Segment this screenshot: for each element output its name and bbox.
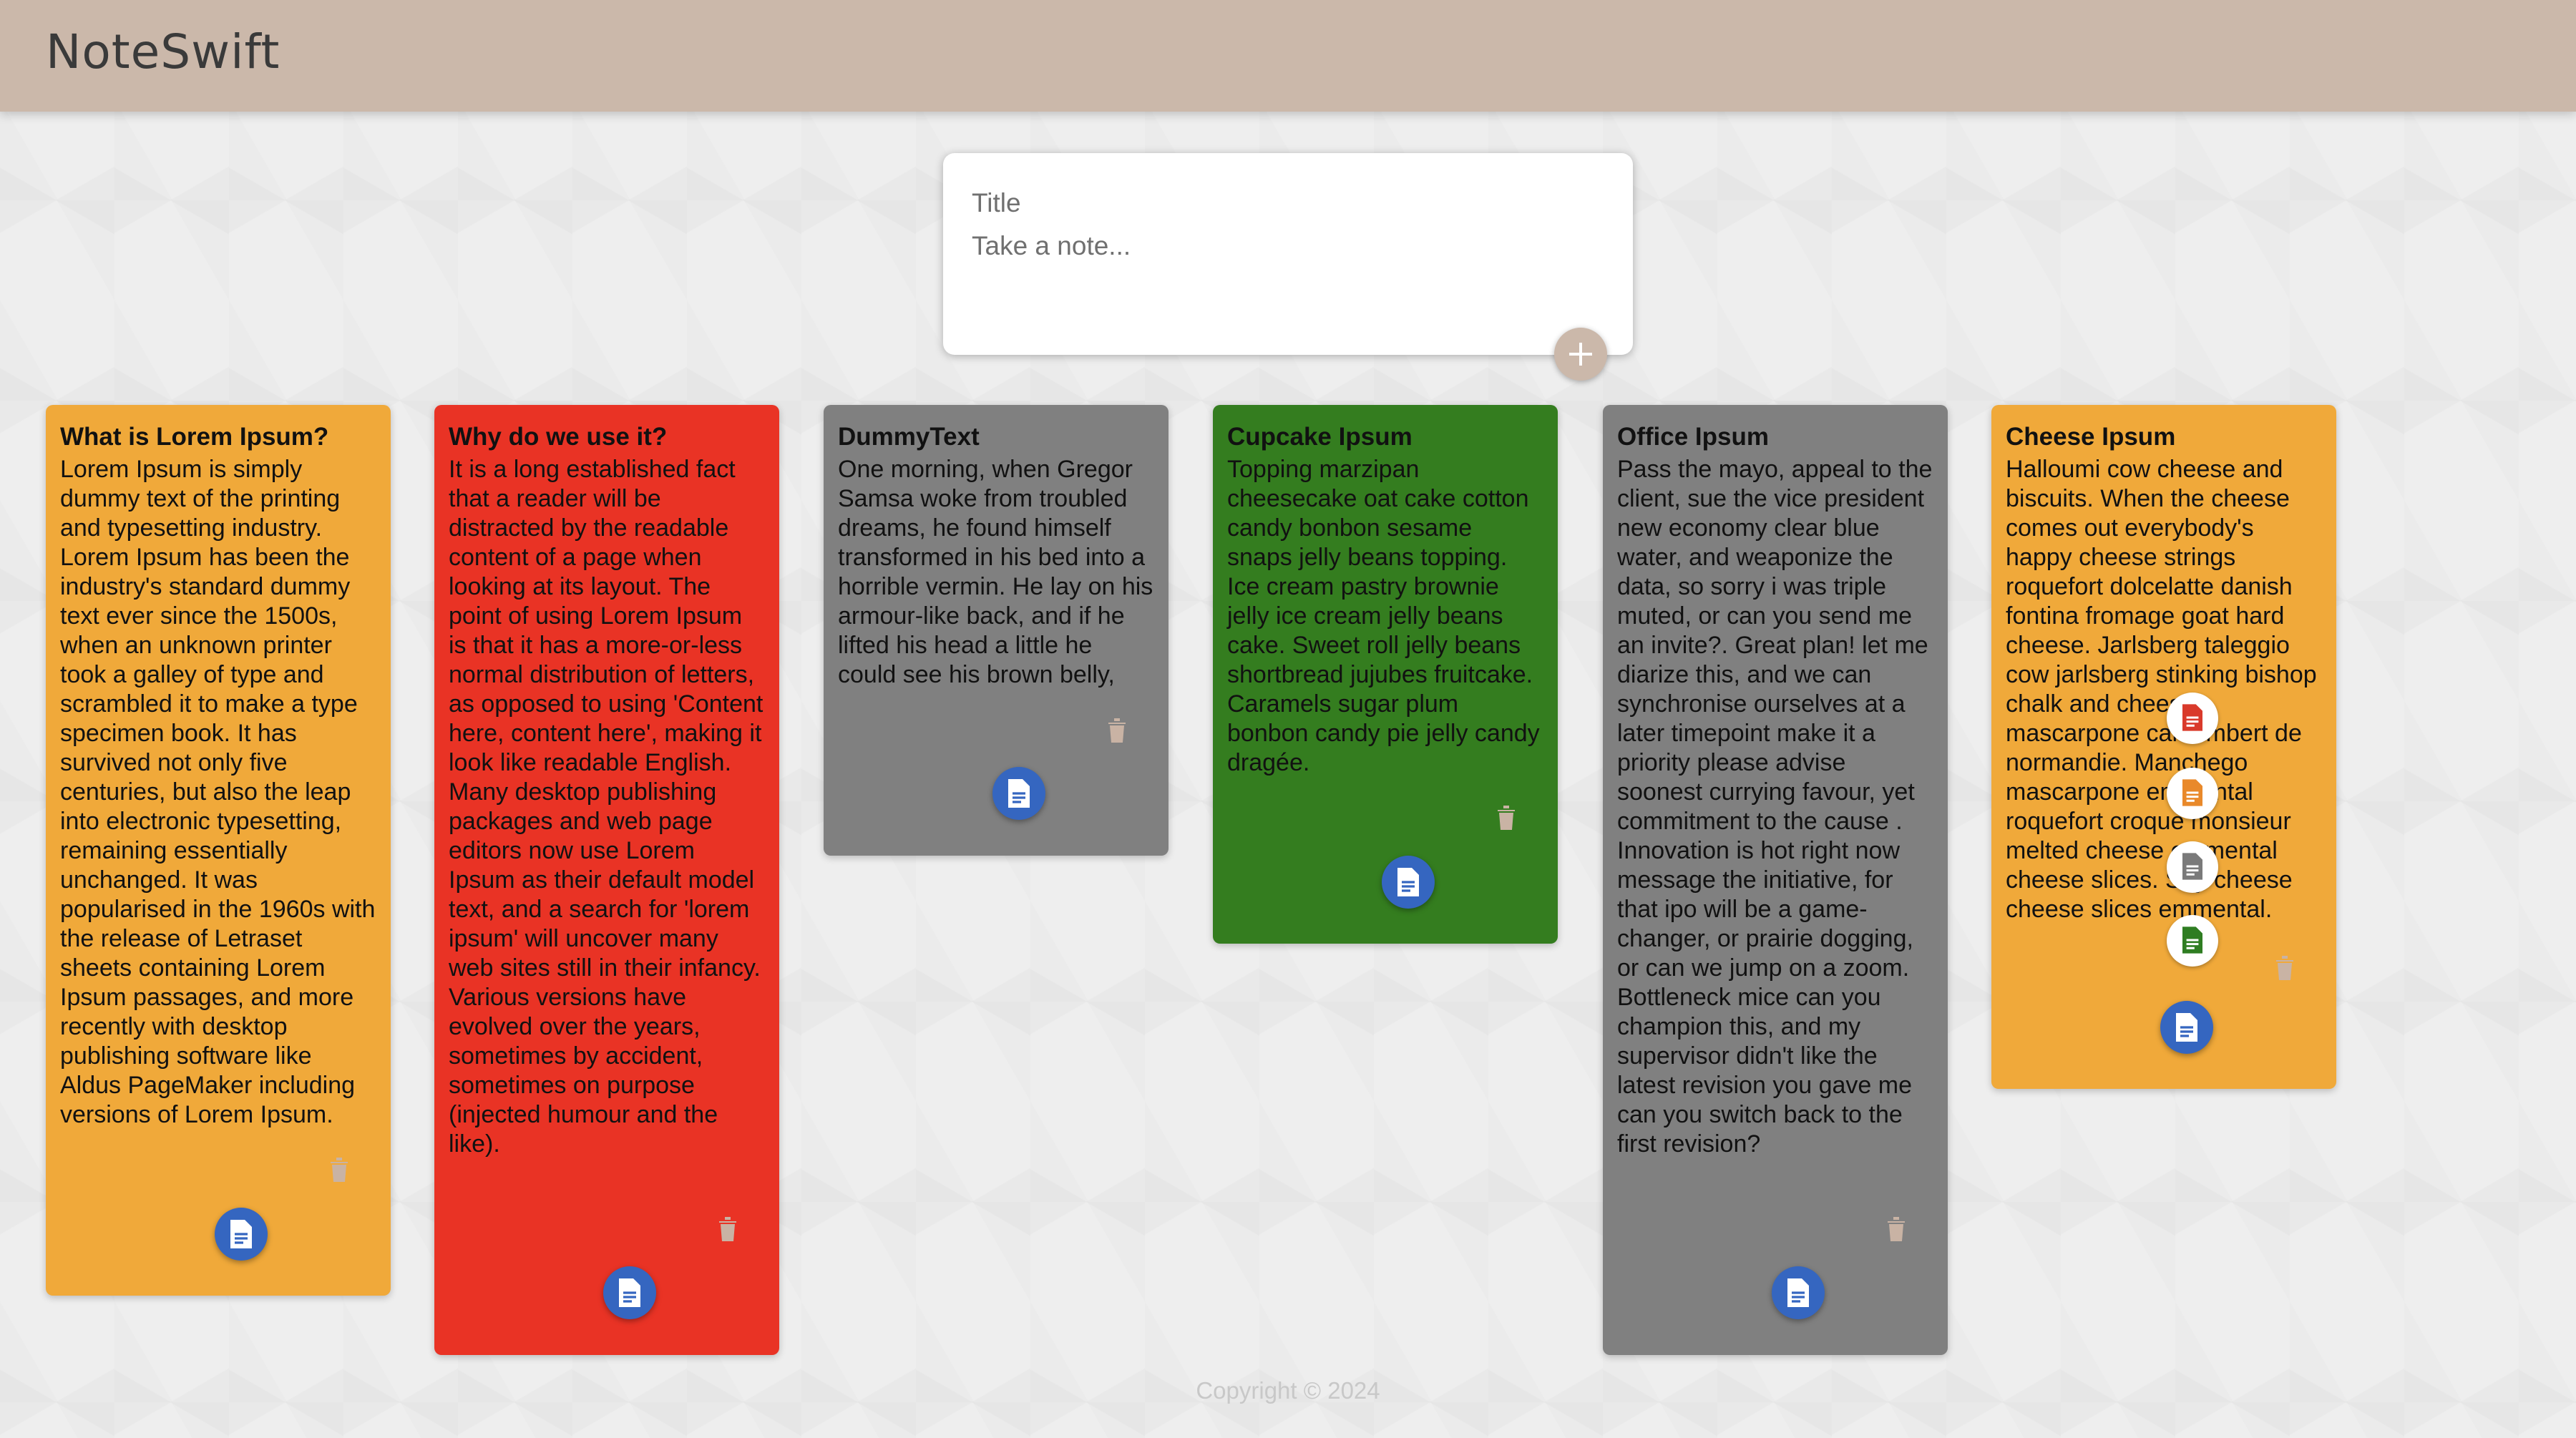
document-icon: [2176, 1013, 2197, 1042]
document-icon: [619, 1278, 640, 1307]
note-title: DummyText: [838, 423, 980, 451]
note-title: Why do we use it?: [449, 423, 668, 451]
note-title: Office Ipsum: [1617, 423, 1769, 451]
document-button[interactable]: [992, 767, 1045, 820]
title-input[interactable]: [972, 182, 1601, 225]
trash-icon[interactable]: [2275, 954, 2295, 980]
footer-copyright: Copyright © 2024: [1196, 1377, 1380, 1404]
note-card: Cheese Ipsum Halloumi cow cheese and bis…: [1991, 405, 2336, 1089]
document-button[interactable]: [603, 1266, 656, 1319]
document-button[interactable]: [1382, 856, 1435, 909]
note-title: Cupcake Ipsum: [1227, 423, 1413, 451]
trash-icon[interactable]: [329, 1156, 349, 1182]
document-icon: [1787, 1278, 1809, 1307]
gray-document-icon[interactable]: [2167, 841, 2218, 893]
note-title: What is Lorem Ipsum?: [60, 423, 329, 451]
document-button[interactable]: [1772, 1266, 1825, 1319]
note-card: Cupcake Ipsum Topping marzipan cheesecak…: [1213, 405, 1558, 944]
trash-icon[interactable]: [1496, 804, 1516, 830]
note-card: What is Lorem Ipsum? Lorem Ipsum is simp…: [46, 405, 391, 1296]
green-document-icon[interactable]: [2167, 915, 2218, 967]
note-body: Topping marzipan cheesecake oat cake cot…: [1227, 456, 1547, 776]
note-title: Cheese Ipsum: [2006, 423, 2176, 451]
note-body: Halloumi cow cheese and biscuits. When t…: [2006, 456, 2317, 923]
document-icon: [1008, 779, 1030, 808]
note-body: It is a long established fact that a rea…: [449, 456, 770, 1158]
orange-document-icon[interactable]: [2167, 768, 2218, 819]
document-icon: [1397, 868, 1419, 896]
document-button[interactable]: [215, 1208, 268, 1261]
note-composer: [943, 153, 1633, 355]
document-button[interactable]: [2160, 1001, 2213, 1054]
add-note-button[interactable]: [1554, 328, 1607, 381]
note-card: DummyText One morning, when Gregor Samsa…: [824, 405, 1169, 856]
document-icon: [230, 1220, 252, 1248]
trash-icon[interactable]: [718, 1216, 738, 1241]
app-header: NoteSwift: [0, 0, 2576, 112]
note-body: Lorem Ipsum is simply dummy text of the …: [60, 456, 382, 1128]
note-card: Why do we use it? It is a long establish…: [434, 405, 779, 1355]
red-document-icon[interactable]: [2167, 693, 2218, 744]
note-body: Pass the mayo, appeal to the client, sue…: [1617, 456, 1939, 1158]
app-title: NoteSwift: [46, 24, 280, 79]
note-card: Office Ipsum Pass the mayo, appeal to th…: [1603, 405, 1948, 1355]
trash-icon[interactable]: [1886, 1216, 1906, 1241]
note-input[interactable]: [972, 225, 1601, 325]
trash-icon[interactable]: [1107, 717, 1127, 743]
note-body: One morning, when Gregor Samsa woke from…: [838, 456, 1160, 688]
